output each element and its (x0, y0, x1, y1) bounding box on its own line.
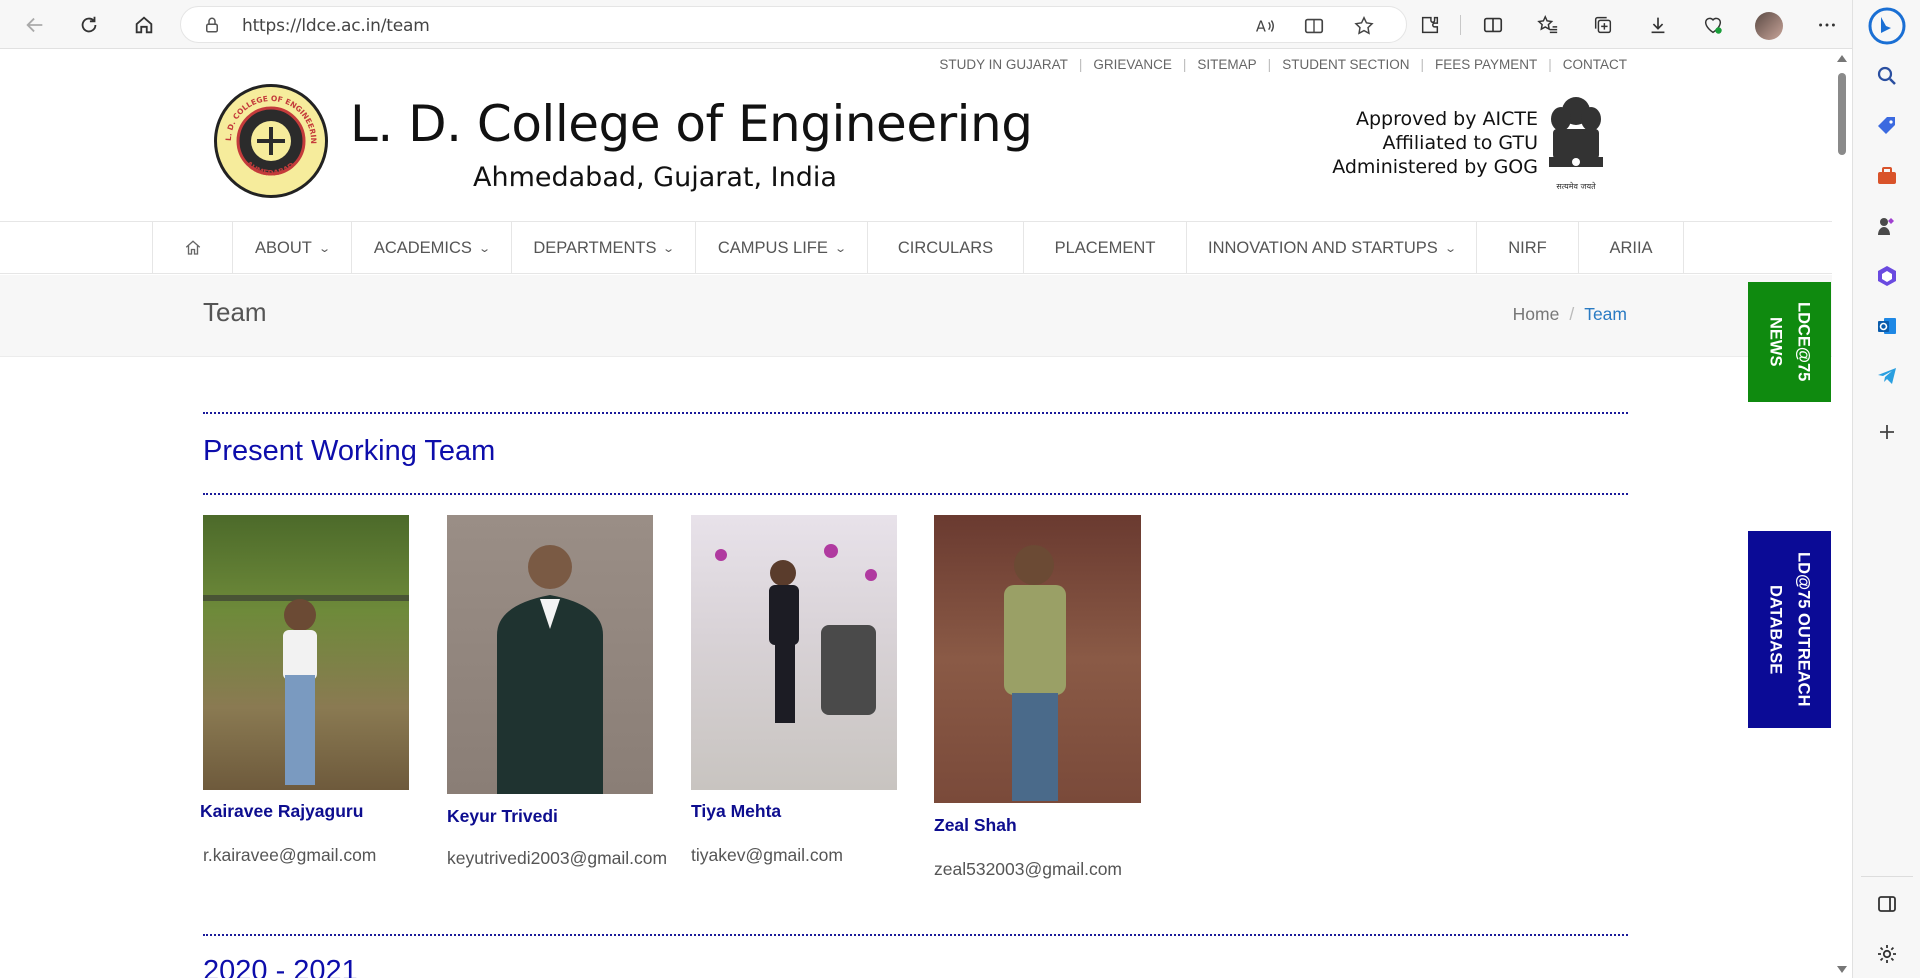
favorites-icon[interactable] (1533, 10, 1563, 40)
top-link-fees-payment[interactable]: FEES PAYMENT (1435, 57, 1537, 72)
read-aloud-icon[interactable]: A (1254, 15, 1276, 37)
section-divider (203, 934, 1628, 936)
tools-icon[interactable] (1875, 164, 1899, 188)
page-scrollbar[interactable] (1832, 49, 1852, 978)
section-title-present-team: Present Working Team (203, 435, 496, 467)
chevron-down-icon: ⌄ (1443, 242, 1457, 255)
member-email[interactable]: zeal532003@gmail.com (934, 859, 1122, 880)
microsoft365-icon[interactable] (1875, 264, 1899, 288)
member-name: Kairavee Rajyaguru (200, 801, 364, 821)
extensions-icon[interactable] (1415, 10, 1445, 40)
approval-aicte: Approved by AICTE (1356, 108, 1538, 130)
url-text[interactable]: https://ldce.ac.in/team (242, 16, 430, 36)
bing-copilot-icon[interactable] (1867, 6, 1907, 46)
home-icon[interactable] (129, 10, 159, 40)
chevron-down-icon: ⌄ (834, 242, 847, 255)
college-location: Ahmedabad, Gujarat, India (473, 162, 837, 193)
svg-text:सत्यमेव जयते: सत्यमेव जयते (1556, 181, 1596, 191)
refresh-icon[interactable] (74, 10, 104, 40)
scrollbar-thumb[interactable] (1838, 73, 1846, 155)
member-name: Tiya Mehta (691, 801, 782, 821)
svg-text:A: A (1256, 19, 1266, 36)
sidebar-divider (1861, 876, 1913, 877)
ldce75-news-tab[interactable]: LDCE@75 NEWS (1748, 282, 1831, 402)
scroll-up-icon[interactable] (1837, 55, 1847, 62)
nav-circulars[interactable]: CIRCULARS (867, 222, 1023, 274)
section-divider (203, 493, 1628, 495)
scroll-down-icon[interactable] (1837, 966, 1847, 973)
web-page: STUDY IN GUJARAT | GRIEVANCE | SITEMAP | ST… (0, 49, 1832, 978)
page-title: Team (203, 297, 267, 327)
member-photo (934, 515, 1141, 803)
nav-about[interactable]: ABOUT ⌄ (232, 222, 351, 274)
telegram-icon[interactable] (1875, 364, 1899, 388)
nav-home[interactable] (152, 222, 232, 274)
member-email[interactable]: r.kairavee@gmail.com (203, 845, 376, 866)
nav-placement[interactable]: PLACEMENT (1023, 222, 1186, 274)
nav-innovation-startups[interactable]: INNOVATION AND STARTUPS ⌄ (1186, 222, 1476, 274)
profile-avatar[interactable] (1755, 12, 1783, 40)
nav-nirf[interactable]: NIRF (1476, 222, 1578, 274)
games-icon[interactable] (1875, 214, 1899, 238)
nav-ariia[interactable]: ARIIA (1578, 222, 1684, 274)
member-photo (691, 515, 897, 790)
member-email[interactable]: keyutrivedi2003@gmail.com (447, 848, 667, 869)
split-screen-icon[interactable] (1478, 10, 1508, 40)
member-photo (447, 515, 653, 794)
search-icon[interactable] (1875, 64, 1899, 88)
browser-sidebar (1852, 0, 1920, 978)
main-navbar: ABOUT ⌄ ACADEMICS ⌄ DEPARTMENTS ⌄ CAMPUS LI… (0, 221, 1832, 274)
college-logo[interactable]: L. D. COLLEGE OF ENGINEERING AHMEDABAD (214, 84, 328, 198)
favorite-star-icon[interactable] (1353, 15, 1375, 37)
nav-departments[interactable]: DEPARTMENTS ⌄ (511, 222, 695, 274)
chevron-down-icon: ⌄ (317, 242, 331, 255)
top-link-student-section[interactable]: STUDENT SECTION (1282, 57, 1409, 72)
member-name: Zeal Shah (934, 815, 1017, 835)
section-title-2020-2021: 2020 - 2021 (203, 955, 358, 978)
home-icon[interactable] (184, 239, 202, 257)
top-link-study-in-gujarat[interactable]: STUDY IN GUJARAT (939, 57, 1068, 72)
address-bar[interactable]: https://ldce.ac.in/team A (180, 6, 1407, 43)
sidebar-toggle-icon[interactable] (1875, 892, 1899, 916)
collections-icon[interactable] (1588, 10, 1618, 40)
page-header-bar: Team Home / Team (0, 275, 1832, 357)
back-icon[interactable] (20, 10, 50, 40)
chevron-down-icon: ⌄ (662, 242, 676, 255)
breadcrumb-current: Team (1584, 304, 1627, 324)
lock-icon[interactable] (203, 16, 221, 34)
top-link-sitemap[interactable]: SITEMAP (1197, 57, 1256, 72)
member-name: Keyur Trivedi (447, 806, 558, 826)
top-links: STUDY IN GUJARAT | GRIEVANCE | SITEMAP | ST… (939, 57, 1627, 72)
settings-icon[interactable] (1875, 942, 1899, 966)
approval-gog: Administered by GOG (1332, 156, 1538, 178)
breadcrumb-home[interactable]: Home (1513, 304, 1560, 325)
member-photo (203, 515, 409, 790)
member-email[interactable]: tiyakev@gmail.com (691, 845, 843, 866)
top-link-contact[interactable]: CONTACT (1563, 57, 1627, 72)
college-name[interactable]: L. D. College of Engineering (350, 95, 1033, 153)
approval-gtu: Affiliated to GTU (1382, 132, 1538, 154)
outlook-icon[interactable] (1875, 314, 1899, 338)
browser-toolbar: https://ldce.ac.in/team A (0, 0, 1920, 49)
add-icon[interactable] (1875, 420, 1899, 444)
nav-academics[interactable]: ACADEMICS ⌄ (351, 222, 511, 274)
approvals-block: Approved by AICTE Affiliated to GTU Admi… (1300, 107, 1538, 179)
nav-campus-life[interactable]: CAMPUS LIFE ⌄ (695, 222, 867, 274)
toolbar-separator (1460, 15, 1461, 35)
more-icon[interactable] (1812, 10, 1842, 40)
breadcrumb: Home / Team (1512, 304, 1627, 325)
immersive-reader-icon[interactable] (1303, 15, 1325, 37)
shopping-tag-icon[interactable] (1875, 114, 1899, 138)
browser-essentials-icon[interactable] (1698, 10, 1728, 40)
top-link-grievance[interactable]: GRIEVANCE (1093, 57, 1172, 72)
section-divider (203, 412, 1628, 414)
downloads-icon[interactable] (1643, 10, 1673, 40)
ld75-outreach-database-tab[interactable]: LD@75 OUTREACH DATABASE (1748, 531, 1831, 728)
national-emblem: सत्यमेव जयते (1549, 97, 1603, 191)
chevron-down-icon: ⌄ (478, 242, 491, 255)
